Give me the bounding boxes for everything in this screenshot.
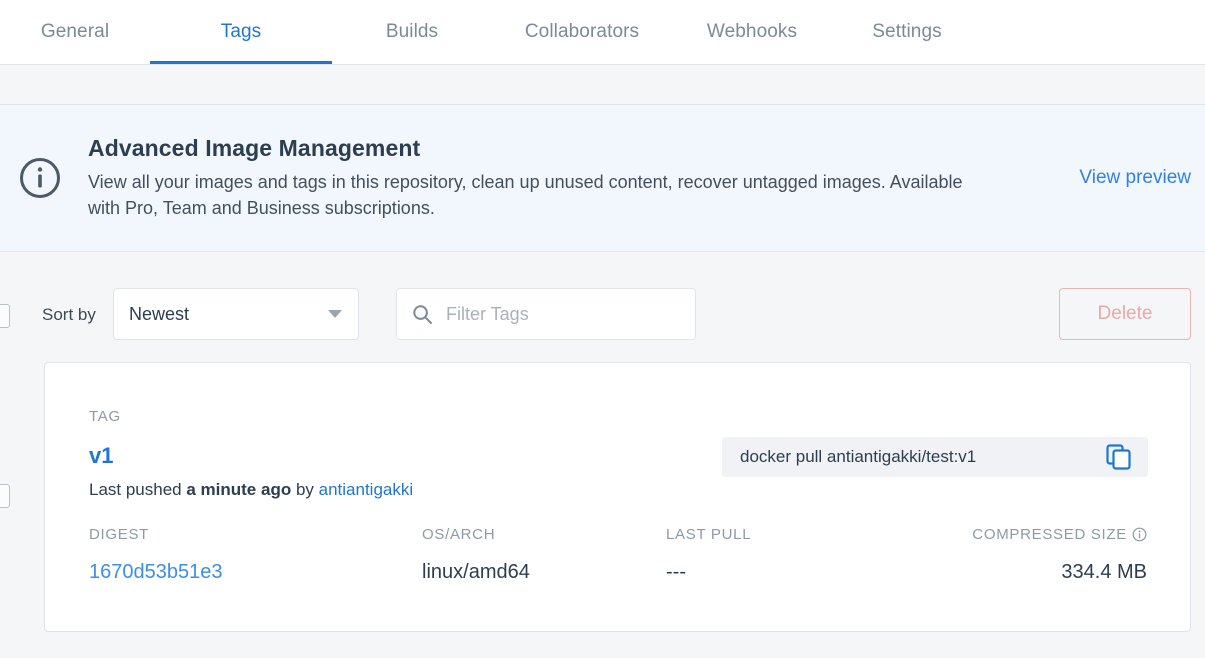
pushed-by: by [291,480,319,499]
last-pull-label: LAST PULL [666,526,752,543]
advanced-image-management-banner: Advanced Image Management View all your … [0,104,1205,252]
copy-icon[interactable] [1106,444,1132,470]
tab-general[interactable]: General [0,0,150,64]
digest-label: DIGEST [89,526,150,543]
docker-pull-box[interactable]: docker pull antiantigakki/test:v1 [722,437,1148,477]
banner-text: Advanced Image Management View all your … [88,135,1079,221]
pushed-time: a minute ago [186,480,292,499]
tab-settings[interactable]: Settings [832,0,982,64]
sort-by-label: Sort by [42,305,96,324]
chevron-down-icon [328,310,342,318]
tag-card: TAG v1 Last pushed a minute ago by antia… [44,362,1191,632]
tags-toolbar: Sort by Newest Delete [0,288,1205,346]
view-preview-link[interactable]: View preview [1079,167,1191,189]
info-icon[interactable] [1132,527,1147,542]
delete-button[interactable]: Delete [1059,288,1191,340]
filter-tags-input[interactable] [446,303,646,325]
pushed-prefix: Last pushed [89,480,187,499]
last-pushed-text: Last pushed a minute ago by antiantigakk… [89,480,413,500]
docker-pull-command: docker pull antiantigakki/test:v1 [740,447,977,466]
repository-tab-bar: General Tags Builds Collaborators Webhoo… [0,0,1205,65]
compressed-size-value: 334.4 MB [1061,561,1147,583]
digest-value-link[interactable]: 1670d53b51e3 [89,561,422,584]
last-pull-value: --- [666,561,686,583]
info-circle-icon [18,156,62,200]
osarch-value: linux/amd64 [422,561,530,583]
tag-detail-row: DIGEST 1670d53b51e3 OS/ARCH linux/amd64 … [89,526,1147,584]
sort-by-select[interactable]: Newest [113,288,359,340]
detail-column-last-pull: LAST PULL --- [666,526,966,584]
tag-name-link[interactable]: v1 [89,445,413,467]
detail-column-compressed-size: COMPRESSED SIZE 334.4 MB [966,526,1147,584]
search-icon [412,304,433,325]
tab-tags[interactable]: Tags [150,0,332,64]
banner-body: View all your images and tags in this re… [88,171,963,218]
compressed-size-label: COMPRESSED SIZE [972,526,1127,543]
sort-by-value: Newest [129,303,190,324]
tab-webhooks[interactable]: Webhooks [672,0,832,64]
detail-column-digest: DIGEST 1670d53b51e3 [89,526,422,584]
tags-page: General Tags Builds Collaborators Webhoo… [0,0,1205,658]
osarch-label: OS/ARCH [422,526,496,543]
tab-builds[interactable]: Builds [332,0,492,64]
tag-card-header: TAG v1 Last pushed a minute ago by antia… [89,408,413,500]
select-tag-checkbox[interactable] [0,484,10,508]
banner-title: Advanced Image Management [88,134,421,161]
detail-column-osarch: OS/ARCH linux/amd64 [422,526,666,584]
compressed-size-header: COMPRESSED SIZE [966,526,1147,543]
tag-column-label: TAG [89,408,121,425]
filter-tags-searchbox[interactable] [396,288,696,340]
tab-collaborators[interactable]: Collaborators [492,0,672,64]
pushed-user-link[interactable]: antiantigakki [319,480,414,499]
